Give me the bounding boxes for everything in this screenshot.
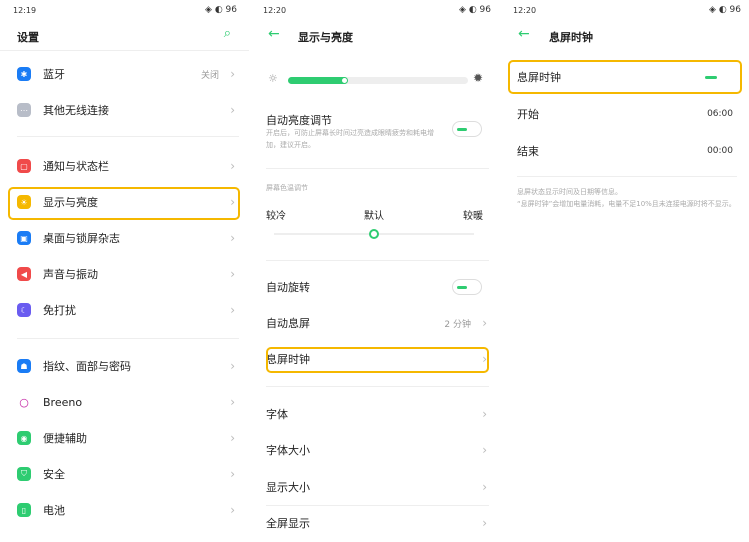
settings-item-label: 其他无线连接 [43, 104, 109, 117]
sun-high-icon: ✹ [472, 71, 483, 85]
highlight-box [8, 187, 240, 220]
auto-sleep-row[interactable]: 自动息屏 2 分钟 › [252, 308, 501, 338]
chevron-right-icon: › [230, 231, 235, 245]
settings-item-value: 关闭 [200, 70, 219, 81]
page-title: 息屏时钟 [549, 31, 593, 44]
settings-item[interactable]: ▣ 桌面与锁屏杂志 › [0, 223, 249, 253]
fingerprint-icon: ☗ [17, 359, 31, 373]
brightness-slider[interactable] [288, 77, 468, 84]
highlight-box [266, 347, 489, 373]
chevron-right-icon: › [230, 467, 235, 481]
settings-item-label: 声音与振动 [43, 268, 98, 281]
battery-icon: ▯ [17, 503, 31, 517]
auto-brightness-toggle[interactable] [452, 121, 482, 137]
chevron-right-icon: › [482, 316, 487, 330]
fullscreen-row[interactable]: 全屏显示 › [252, 508, 501, 538]
aod-desc: 息屏状态显示时间及日期等信息。 “息屏时钟”会增加电量消耗，电量不足10%且未连… [517, 188, 736, 208]
chevron-right-icon: › [230, 359, 235, 373]
chevron-right-icon: › [230, 267, 235, 281]
settings-item-label: 蓝牙 [43, 68, 65, 81]
chevron-right-icon: › [230, 303, 235, 317]
settings-item-label: 通知与状态栏 [43, 160, 109, 173]
chevron-right-icon: › [230, 159, 235, 173]
assist-icon: ◉ [17, 431, 31, 445]
display-brightness-panel: 12:20 ◈ ◐ 96 ← 显示与亮度 ☼ ✹ 自动亮度调节 开启后，可防止屏… [252, 0, 501, 542]
chevron-right-icon: › [230, 103, 235, 117]
font-size-row[interactable]: 字体大小 › [252, 435, 501, 465]
chevron-right-icon: › [230, 503, 235, 517]
auto-brightness-desc: 开启后，可防止屏幕长时间过亮造成眼睛疲劳和耗电增加，建议开启。 [266, 129, 434, 149]
chevron-right-icon: › [482, 443, 487, 457]
chevron-right-icon: › [482, 407, 487, 421]
chevron-right-icon: › [482, 516, 487, 530]
settings-item-label: 桌面与锁屏杂志 [43, 232, 120, 245]
settings-item[interactable]: ◀ 声音与振动 › [0, 259, 249, 289]
status-time: 12:20 [513, 6, 537, 15]
chevron-right-icon: › [230, 395, 235, 409]
moon-icon: ☾ [17, 303, 31, 317]
bluetooth-icon: ✱ [17, 67, 31, 81]
back-arrow-icon[interactable]: ← [268, 26, 280, 42]
notification-icon: ▢ [17, 159, 31, 173]
status-icons: ◈ ◐ 96 [459, 5, 491, 15]
cold-label: 较冷 [266, 211, 286, 222]
back-arrow-icon[interactable]: ← [518, 26, 530, 42]
settings-item[interactable]: ☗ 指纹、面部与密码 › [0, 351, 249, 381]
wallpaper-icon: ▣ [17, 231, 31, 245]
breeno-icon: ○ [19, 395, 29, 409]
settings-item[interactable]: ▯ 电池 › [0, 495, 249, 525]
page-title: 设置 [17, 31, 39, 44]
settings-item[interactable]: ⋯ 其他无线连接 › [0, 95, 249, 125]
sound-icon: ◀ [17, 267, 31, 281]
warm-label: 较暖 [463, 211, 483, 222]
settings-item[interactable]: ☾ 免打扰 › [0, 295, 249, 325]
search-icon[interactable]: ⌕ [224, 26, 231, 41]
color-temp-section: 屏幕色温调节 [266, 184, 308, 192]
start-row[interactable]: 开始 06:00 [505, 99, 749, 129]
auto-brightness-label: 自动亮度调节 [266, 114, 332, 127]
shield-icon: ⛉ [17, 467, 31, 481]
end-row[interactable]: 结束 00:00 [505, 136, 749, 166]
auto-rotate-toggle[interactable] [452, 279, 482, 295]
font-row[interactable]: 字体 › [252, 399, 501, 429]
aod-clock-panel: 12:20 ◈ ◐ 96 ← 息屏时钟 息屏时钟 开始 06:00 结束 00:00… [505, 0, 749, 542]
settings-item[interactable]: ◉ 便捷辅助 › [0, 423, 249, 453]
settings-item-label: 免打扰 [43, 304, 76, 317]
settings-item-label: 安全 [43, 468, 65, 481]
wireless-icon: ⋯ [17, 103, 31, 117]
highlight-box [508, 60, 742, 94]
settings-item[interactable]: ▢ 通知与状态栏 › [0, 151, 249, 181]
settings-item[interactable]: ⛉ 安全 › [0, 459, 249, 489]
settings-item[interactable]: ○ Breeno › [0, 387, 249, 417]
status-time: 12:19 [13, 6, 37, 15]
sun-low-icon: ☼ [268, 72, 278, 85]
settings-item-label: Breeno [43, 395, 83, 409]
status-icons: ◈ ◐ 96 [709, 5, 741, 15]
settings-item-label: 指纹、面部与密码 [43, 360, 131, 373]
display-size-row[interactable]: 显示大小 › [252, 472, 501, 502]
chevron-right-icon: › [482, 480, 487, 494]
status-icons: ◈ ◐ 96 [205, 5, 237, 15]
settings-item[interactable]: ✱ 蓝牙 关闭 › [0, 59, 249, 89]
color-temp-slider[interactable] [274, 229, 474, 239]
chevron-right-icon: › [230, 67, 235, 81]
settings-item-label: 电池 [43, 504, 65, 517]
settings-item-label: 便捷辅助 [43, 432, 87, 445]
page-title: 显示与亮度 [298, 31, 353, 44]
settings-panel: 12:19 ◈ ◐ 96 设置 ⌕ ✱ 蓝牙 关闭 › ⋯ 其他无线连接 › ▢ 通知与状态栏 ›… [0, 0, 249, 542]
default-label: 默认 [364, 211, 384, 222]
chevron-right-icon: › [230, 431, 235, 445]
status-time: 12:20 [263, 6, 287, 15]
